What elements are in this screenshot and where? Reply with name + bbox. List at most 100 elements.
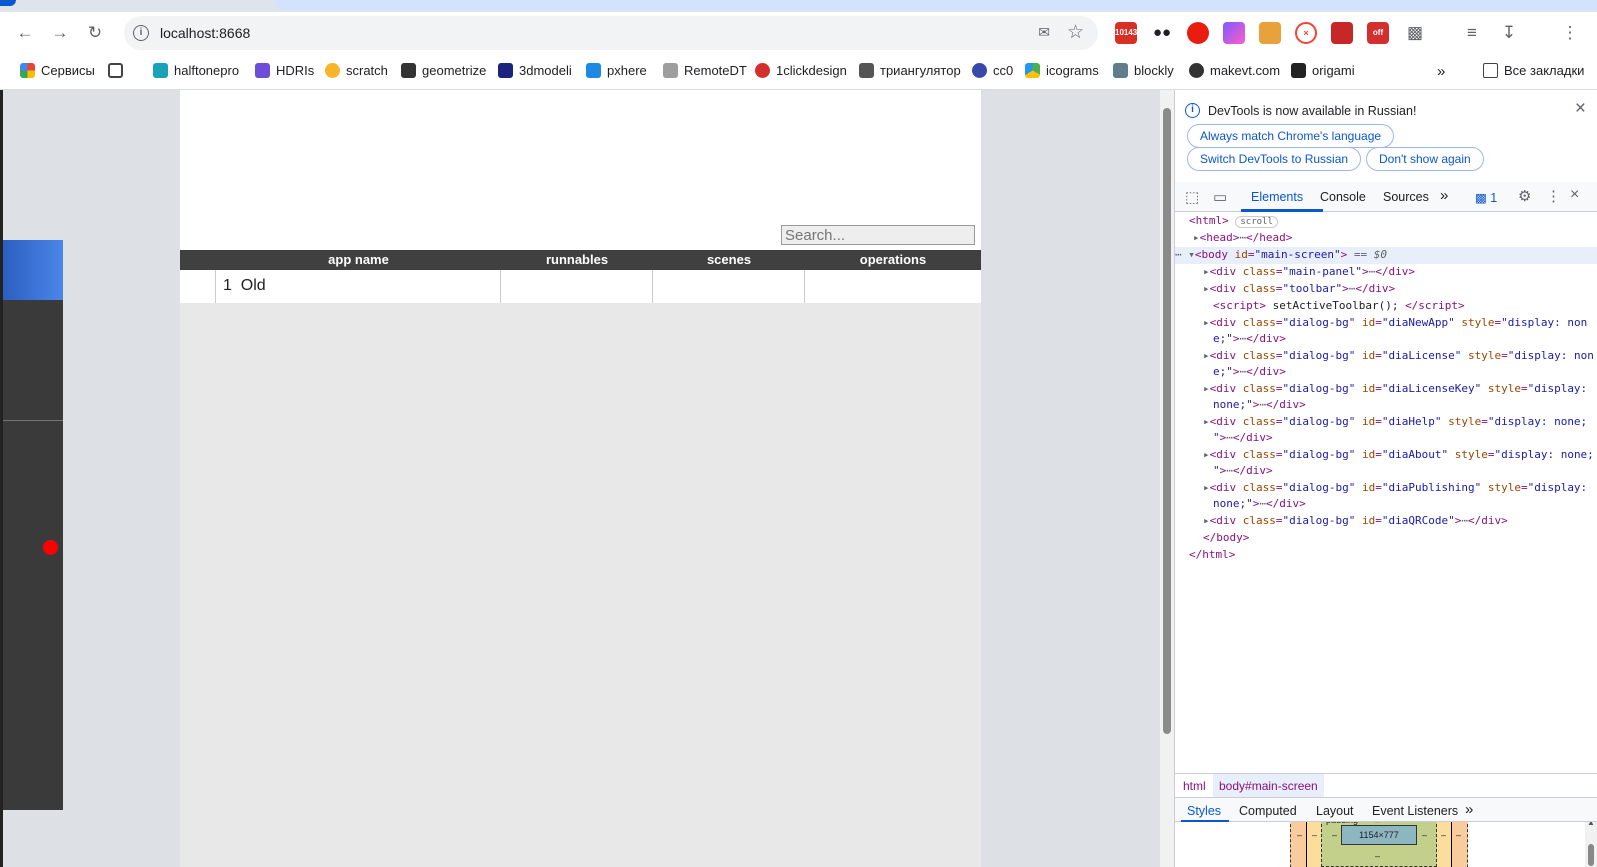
devtools-menu-icon[interactable]: ⋮ <box>1546 187 1561 205</box>
bookmark-scratch[interactable]: scratch <box>325 63 388 78</box>
all-bookmarks[interactable]: Все закладки <box>1483 63 1584 78</box>
photo-extension-icon[interactable] <box>1259 22 1281 44</box>
bookmark-icograms[interactable]: icograms <box>1025 63 1099 78</box>
bookmark-makevt[interactable]: makevt.com <box>1189 63 1280 78</box>
tab-sources[interactable]: Sources <box>1383 190 1429 204</box>
bookmark-pxhere[interactable]: pxhere <box>586 63 647 78</box>
tab-strip <box>0 0 1597 12</box>
breadcrumb-html[interactable]: html <box>1183 779 1206 793</box>
active-tab-area[interactable] <box>275 0 1597 10</box>
download-icon[interactable]: ↧ <box>1497 21 1521 45</box>
close-infobar-icon[interactable]: × <box>1575 98 1586 120</box>
header-app-name[interactable]: app name <box>216 252 501 267</box>
bookmark-hdris[interactable]: HDRIs <box>255 63 314 78</box>
tree-node-dialicense[interactable]: ▸<div class="dialog-bg" id="diaLicense" … <box>1203 348 1594 365</box>
address-bar[interactable]: i localhost:8668 ✉ ☆ <box>124 16 1098 50</box>
save-extension-icon[interactable] <box>1331 22 1353 44</box>
tab-elements[interactable]: Elements <box>1251 190 1303 204</box>
tree-node-main-panel[interactable]: ▸<div class="main-panel">⋯</div> <box>1203 264 1415 281</box>
bookmarks-overflow-icon[interactable]: » <box>1437 63 1445 80</box>
bookmark-services[interactable]: Сервисы <box>20 63 95 78</box>
cc0-icon <box>972 63 987 78</box>
content-size[interactable]: 1154×777 <box>1341 825 1417 845</box>
bookmark-origami[interactable]: origami <box>1291 63 1355 78</box>
tree-node-diaabout[interactable]: ▸<div class="dialog-bg" id="diaAbout" st… <box>1203 447 1594 464</box>
tree-node-diahelp[interactable]: ▸<div class="dialog-bg" id="diaHelp" sty… <box>1203 414 1587 431</box>
bookmark-geometrize[interactable]: geometrize <box>401 63 486 78</box>
close-devtools-icon[interactable]: × <box>1570 186 1579 204</box>
device-toolbar-icon[interactable]: ▭ <box>1213 188 1227 206</box>
tab-groups-icon[interactable] <box>108 63 129 78</box>
settings-gear-icon[interactable]: ⚙ <box>1518 187 1531 205</box>
inspect-element-icon[interactable]: ⬚ <box>1185 188 1199 206</box>
tab-computed[interactable]: Computed <box>1239 804 1297 818</box>
tree-node-dialicensekey[interactable]: ▸<div class="dialog-bg" id="diaLicenseKe… <box>1203 381 1587 398</box>
bookmark-blockly[interactable]: blockly <box>1113 63 1174 78</box>
grid-icon <box>108 63 123 78</box>
tab-styles[interactable]: Styles <box>1187 804 1221 818</box>
extensions-puzzle-icon[interactable]: ▩ <box>1403 21 1427 45</box>
breadcrumb-body[interactable]: body#main-screen <box>1213 774 1324 798</box>
dont-show-again-button[interactable]: Don't show again <box>1366 147 1484 171</box>
header-runnables[interactable]: runnables <box>501 252 653 267</box>
issues-counter[interactable]: ▩ 1 <box>1475 190 1497 205</box>
tree-node-diapublishing[interactable]: ▸<div class="dialog-bg" id="diaPublishin… <box>1203 480 1587 497</box>
tree-node-html[interactable]: <html> scroll <box>1189 213 1278 231</box>
bookmark-star-icon[interactable]: ☆ <box>1067 21 1084 44</box>
bookmarks-bar: Сервисы halftonepro HDRIs scratch geomet… <box>0 54 1597 90</box>
tree-node-body-selected[interactable]: ⋯ ▾<body id="main-screen"> == $0 <box>1175 247 1597 264</box>
cell-scenes[interactable] <box>653 270 805 303</box>
cell-runnables[interactable] <box>501 270 653 303</box>
styles-scrollbar[interactable]: ▲ <box>1585 822 1597 867</box>
cell-operations[interactable] <box>805 270 981 303</box>
tree-node-dianewapp[interactable]: ▸<div class="dialog-bg" id="diaNewApp" s… <box>1203 315 1587 332</box>
tree-node-body-close[interactable]: </body> <box>1203 530 1249 547</box>
tree-node-script[interactable]: <script> setActiveToolbar(); </script> <box>1213 298 1465 315</box>
pin-extension-icon[interactable] <box>1187 22 1209 44</box>
switch-to-russian-button[interactable]: Switch DevTools to Russian <box>1187 147 1362 171</box>
always-match-language-button[interactable]: Always match Chrome's language <box>1187 124 1395 148</box>
tab-layout[interactable]: Layout <box>1316 804 1354 818</box>
tree-node-html-close[interactable]: </html> <box>1189 547 1235 564</box>
scrollbar-thumb[interactable] <box>1163 108 1171 734</box>
page-scrollbar[interactable] <box>1160 90 1174 867</box>
tree-node-head[interactable]: ▸<head>⋯</head> <box>1193 230 1292 247</box>
search-input[interactable] <box>781 225 975 245</box>
tab-console[interactable]: Console <box>1320 190 1366 204</box>
bookmark-cc0[interactable]: cc0 <box>972 63 1013 78</box>
styles-scroll-thumb[interactable] <box>1588 844 1594 866</box>
scratch-icon <box>325 63 340 78</box>
back-icon[interactable]: ← <box>13 21 37 45</box>
tree-node-diaqrcode[interactable]: ▸<div class="dialog-bg" id="diaQRCode">⋯… <box>1203 513 1508 530</box>
tab-event-listeners[interactable]: Event Listeners <box>1372 804 1458 818</box>
header-scenes[interactable]: scenes <box>653 252 805 267</box>
colorful-extension-icon[interactable] <box>1223 22 1245 44</box>
table-row[interactable]: 1 Old <box>180 270 981 303</box>
browser-tab-stub[interactable] <box>0 0 16 6</box>
site-info-icon[interactable]: i <box>133 25 149 41</box>
header-operations[interactable]: operations <box>805 252 981 267</box>
url-text[interactable]: localhost:8668 <box>160 25 250 41</box>
off-extension-icon[interactable]: off <box>1367 22 1389 44</box>
bookmark-triangulator[interactable]: триангулятор <box>859 63 961 78</box>
bookmark-1clickdesign[interactable]: 1clickdesign <box>755 63 847 78</box>
blocker-extension-icon[interactable]: × <box>1295 22 1317 44</box>
bookmark-halftonepro[interactable]: halftonepro <box>153 63 239 78</box>
calendar-extension-icon[interactable]: 10143 <box>1115 22 1137 44</box>
expand-arrow-icon[interactable]: ▸ <box>1193 231 1200 244</box>
translate-icon[interactable]: ✉ <box>1038 24 1050 41</box>
active-tool-button[interactable] <box>3 240 63 300</box>
tree-node-toolbar[interactable]: ▸<div class="toolbar">⋯</div> <box>1203 281 1395 298</box>
reload-icon[interactable]: ↻ <box>83 21 107 45</box>
menu-kebab-icon[interactable]: ⋮ <box>1558 21 1582 45</box>
forward-icon[interactable]: → <box>48 21 72 45</box>
bookmark-3dmodeli[interactable]: 3dmodeli <box>498 63 572 78</box>
page-viewport: app name runnables scenes operations 1 O… <box>0 90 1160 867</box>
spy-extension-icon[interactable]: ●● <box>1151 22 1173 44</box>
more-tabs-icon[interactable]: » <box>1440 187 1448 204</box>
more-style-tabs-icon[interactable]: » <box>1465 801 1473 818</box>
scroll-up-icon[interactable]: ▲ <box>1587 822 1595 827</box>
bookmark-remotedt[interactable]: RemoteDT <box>663 63 747 78</box>
collapse-arrow-icon[interactable]: ▾ <box>1188 248 1195 261</box>
media-queue-icon[interactable]: ≡ <box>1460 21 1484 45</box>
